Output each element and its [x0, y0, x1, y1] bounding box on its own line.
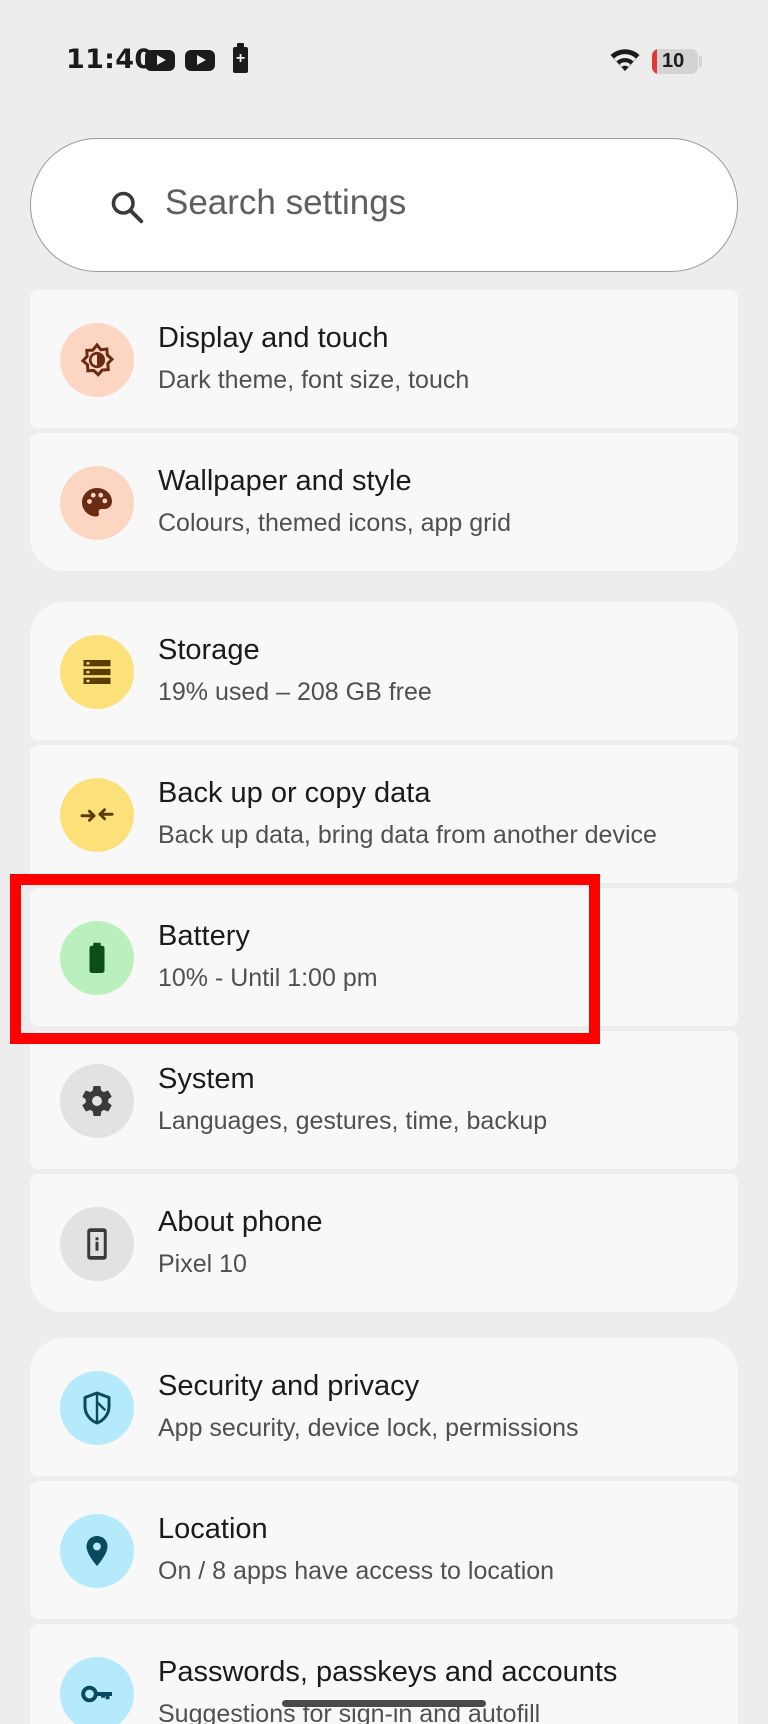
- battery-level-fill: [652, 49, 657, 74]
- settings-item-title: Passwords, passkeys and accounts: [158, 1656, 618, 1688]
- search-bar[interactable]: Search settings: [30, 138, 738, 272]
- settings-item-display[interactable]: Display and touch Dark theme, font size,…: [30, 290, 738, 428]
- location-pin-icon: [60, 1514, 134, 1588]
- brightness-icon: [60, 323, 134, 397]
- settings-item-subtitle: App security, device lock, permissions: [158, 1414, 579, 1442]
- settings-item-subtitle: Back up data, bring data from another de…: [158, 821, 657, 849]
- settings-item-title: Display and touch: [158, 322, 389, 354]
- settings-item-subtitle: Pixel 10: [158, 1250, 247, 1278]
- key-icon: [60, 1657, 134, 1724]
- battery-charge-icon: [233, 43, 248, 73]
- highlight-box: [10, 874, 600, 1044]
- phone-info-icon: [60, 1207, 134, 1281]
- settings-item-about[interactable]: About phone Pixel 10: [30, 1174, 738, 1312]
- settings-item-subtitle: Colours, themed icons, app grid: [158, 509, 511, 537]
- status-bar: 11:40 10: [0, 0, 768, 120]
- settings-item-subtitle: 19% used – 208 GB free: [158, 678, 432, 706]
- settings-item-title: System: [158, 1063, 255, 1095]
- settings-item-title: Back up or copy data: [158, 777, 431, 809]
- settings-screen: 11:40 10 Search settings: [0, 0, 768, 1724]
- settings-item-passwords[interactable]: Passwords, passkeys and accounts Suggest…: [30, 1624, 738, 1724]
- gesture-nav-handle[interactable]: [282, 1700, 486, 1707]
- battery-icon: 10: [652, 49, 698, 74]
- settings-item-location[interactable]: Location On / 8 apps have access to loca…: [30, 1481, 738, 1619]
- shield-icon: [60, 1371, 134, 1445]
- settings-item-title: Storage: [158, 634, 260, 666]
- youtube-icon: [185, 50, 215, 71]
- settings-item-wallpaper[interactable]: Wallpaper and style Colours, themed icon…: [30, 433, 738, 571]
- settings-item-subtitle: On / 8 apps have access to location: [158, 1557, 555, 1585]
- settings-item-storage[interactable]: Storage 19% used – 208 GB free: [30, 602, 738, 740]
- settings-item-backup[interactable]: Back up or copy data Back up data, bring…: [30, 745, 738, 883]
- transfer-arrows-icon: [60, 778, 134, 852]
- settings-item-title: Security and privacy: [158, 1370, 420, 1402]
- search-icon: [111, 191, 144, 224]
- battery-tip: [699, 56, 702, 67]
- search-placeholder: Search settings: [165, 183, 407, 222]
- settings-item-security[interactable]: Security and privacy App security, devic…: [30, 1338, 738, 1476]
- palette-icon: [60, 466, 134, 540]
- settings-item-subtitle: Dark theme, font size, touch: [158, 366, 470, 394]
- settings-item-title: Wallpaper and style: [158, 465, 412, 497]
- wifi-icon: [610, 49, 640, 71]
- storage-icon: [60, 635, 134, 709]
- battery-percent: 10: [662, 50, 685, 72]
- clock: 11:40: [66, 44, 154, 75]
- settings-group-privacy: Security and privacy App security, devic…: [30, 1338, 738, 1724]
- settings-item-subtitle: Languages, gestures, time, backup: [158, 1107, 548, 1135]
- settings-item-system[interactable]: System Languages, gestures, time, backup: [30, 1031, 738, 1169]
- settings-group-personalization: Display and touch Dark theme, font size,…: [30, 290, 738, 571]
- settings-item-title: About phone: [158, 1206, 323, 1238]
- settings-item-title: Location: [158, 1513, 268, 1545]
- gear-icon: [60, 1064, 134, 1138]
- youtube-icon: [145, 50, 175, 71]
